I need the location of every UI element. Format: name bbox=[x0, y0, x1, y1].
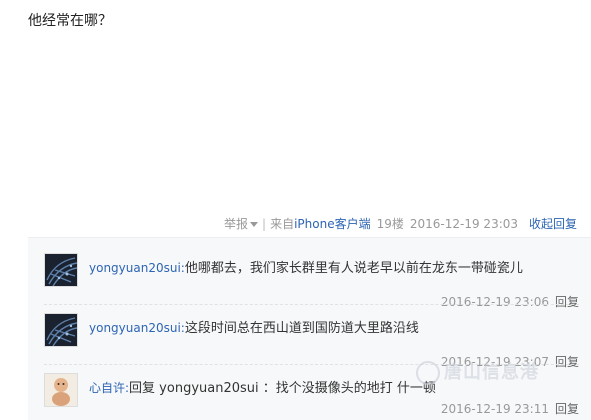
separator: | bbox=[262, 217, 267, 231]
client-link[interactable]: iPhone客户端 bbox=[294, 217, 371, 231]
report-button[interactable]: 举报 bbox=[224, 217, 259, 231]
avatar-image bbox=[45, 374, 77, 406]
reply-text: 他哪都去，我们家长群里有人说老早以前在龙东一带碰瓷儿 bbox=[184, 261, 523, 276]
reply-time: 2016-12-19 23:11 bbox=[440, 402, 549, 416]
divider bbox=[44, 304, 579, 305]
reply-text: 这段时间总在西山道到国防道大里路沿线 bbox=[184, 321, 419, 336]
reply-user[interactable]: yongyuan20sui: bbox=[89, 261, 185, 275]
report-label: 举报 bbox=[224, 217, 249, 231]
reply-button[interactable]: 回复 bbox=[555, 295, 579, 309]
avatar-image bbox=[45, 254, 77, 286]
reply-button[interactable]: 回复 bbox=[555, 402, 579, 416]
post-text: 他经常在哪？ bbox=[28, 13, 112, 29]
reply-text: 回复 yongyuan20sui ：找个没摄像头的地打 什一顿 bbox=[129, 381, 436, 396]
post-tail: 举报 | 来自iPhone客户端 19楼 2016-12-19 23:03 bbox=[224, 215, 518, 232]
watermark: 唐山信息港 bbox=[416, 358, 539, 385]
avatar[interactable] bbox=[44, 253, 78, 287]
chevron-down-icon bbox=[250, 222, 259, 227]
reply-button[interactable]: 回复 bbox=[555, 355, 579, 369]
avatar-image bbox=[45, 314, 77, 346]
reply-meta: 2016-12-19 23:11 回复 bbox=[441, 400, 579, 417]
floor-number: 19楼 bbox=[376, 217, 404, 231]
reply-user[interactable]: 心自许: bbox=[89, 381, 129, 395]
reply-content: yongyuan20sui:这段时间总在西山道到国防道大里路沿线 bbox=[89, 317, 579, 336]
collapse-reply-button[interactable]: 收起回复 bbox=[529, 215, 577, 232]
reply-item: yongyuan20sui:这段时间总在西山道到国防道大里路沿线 2016-12… bbox=[44, 313, 579, 369]
reply-meta: 2016-12-19 23:06 回复 bbox=[441, 293, 579, 310]
post-time: 2016-12-19 23:03 bbox=[409, 217, 519, 231]
reply-item: yongyuan20sui:他哪都去，我们家长群里有人说老早以前在龙东一带碰瓷儿… bbox=[44, 253, 579, 309]
avatar[interactable] bbox=[44, 313, 78, 347]
reply-content: yongyuan20sui:他哪都去，我们家长群里有人说老早以前在龙东一带碰瓷儿 bbox=[89, 257, 579, 276]
avatar[interactable] bbox=[44, 373, 78, 407]
watermark-logo-icon bbox=[416, 361, 440, 385]
watermark-text: 唐山信息港 bbox=[444, 362, 539, 383]
reply-user[interactable]: yongyuan20sui: bbox=[89, 321, 185, 335]
client-prefix: 来自 bbox=[270, 217, 295, 231]
reply-time: 2016-12-19 23:06 bbox=[440, 295, 549, 309]
reply-panel: yongyuan20sui:他哪都去，我们家长群里有人说老早以前在龙东一带碰瓷儿… bbox=[28, 237, 591, 420]
